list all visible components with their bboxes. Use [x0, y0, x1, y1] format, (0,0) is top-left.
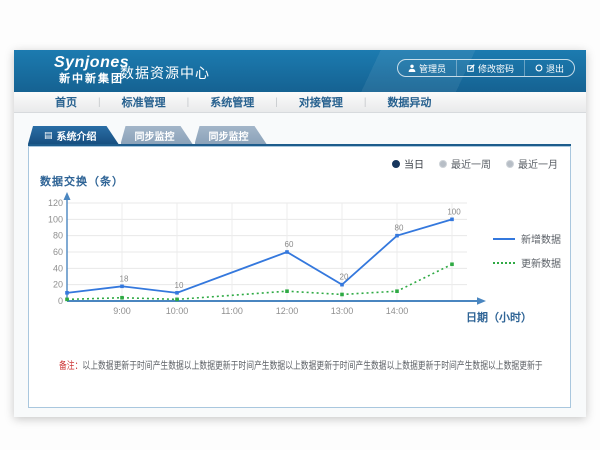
svg-text:0: 0 — [58, 296, 63, 306]
period-option-3[interactable]: 最近一月 — [506, 156, 558, 171]
page-background: Synjones 新中新集团 数据资源中心 管理员 修改密码 退出 首页|标准管理|… — [0, 0, 600, 450]
nav-item-2[interactable]: 标准管理 — [101, 94, 187, 110]
footnote-prefix: 备注： — [59, 361, 82, 372]
svg-text:20: 20 — [53, 280, 63, 290]
svg-text:80: 80 — [53, 231, 63, 241]
user-action-label: 修改密码 — [478, 62, 514, 75]
user-icon — [408, 64, 416, 72]
radio-icon — [506, 160, 514, 168]
user-action-label: 管理员 — [419, 62, 446, 75]
radio-icon — [392, 160, 400, 168]
logo-brand-text: Synjones — [54, 54, 129, 72]
chart-legend: 新增数据更新数据 — [493, 231, 561, 270]
svg-text:100: 100 — [48, 214, 63, 224]
svg-text:14:00: 14:00 — [386, 306, 409, 316]
svg-text:10:00: 10:00 — [166, 306, 189, 316]
content-area: ▤ 系统介绍 同步监控 同步监控 当日 最近一周 最近一月 数据交换（条） 0 20 40 60… — [14, 113, 586, 416]
x-axis-title: 日期（小时） — [466, 309, 532, 325]
logo-company-name: 新中新集团 — [54, 72, 129, 86]
line-chart: 0 20 40 60 80 100 120 9:00 10:00 11:00 12:00 13:00 1… — [37, 189, 517, 339]
tab-3[interactable]: 同步监控 — [195, 126, 267, 144]
legend-item-2: 更新数据 — [493, 255, 561, 270]
legend-label: 新增数据 — [521, 231, 561, 246]
legend-swatch — [493, 238, 515, 240]
user-action-label: 退出 — [546, 62, 564, 75]
chart-canvas: 0 20 40 60 80 100 120 9:00 10:00 11:00 12:00 13:00 1… — [37, 189, 517, 339]
radio-icon — [439, 160, 447, 168]
tab-label: 系统介绍 — [57, 128, 97, 143]
svg-text:20: 20 — [340, 273, 349, 282]
legend-swatch — [493, 262, 515, 264]
legend-label: 更新数据 — [521, 255, 561, 270]
period-option-2[interactable]: 最近一周 — [439, 156, 491, 171]
nav-menu: 首页|标准管理|系统管理|对接管理|数据异动 — [14, 92, 586, 113]
svg-text:9:00: 9:00 — [113, 306, 131, 316]
svg-text:60: 60 — [53, 247, 63, 257]
period-label: 最近一周 — [451, 156, 491, 171]
app-window: Synjones 新中新集团 数据资源中心 管理员 修改密码 退出 首页|标准管理|… — [14, 50, 586, 417]
tab-label: 同步监控 — [209, 128, 249, 143]
tab-label: 同步监控 — [135, 128, 175, 143]
company-logo: Synjones 新中新集团 — [54, 54, 129, 86]
user-action-1-button[interactable]: 管理员 — [398, 60, 456, 76]
tab-2[interactable]: 同步监控 — [121, 126, 193, 144]
app-header: Synjones 新中新集团 数据资源中心 管理员 修改密码 退出 — [14, 50, 586, 92]
svg-text:12:00: 12:00 — [276, 306, 299, 316]
svg-text:100: 100 — [447, 207, 461, 216]
period-option-1[interactable]: 当日 — [392, 156, 424, 171]
page-title: 数据资源中心 — [120, 63, 210, 83]
tab-1[interactable]: ▤ 系统介绍 — [28, 126, 119, 144]
nav-item-5[interactable]: 数据异动 — [366, 94, 452, 110]
user-action-2-button[interactable]: 修改密码 — [456, 60, 524, 76]
edit-icon — [467, 64, 475, 72]
period-label: 最近一月 — [518, 156, 558, 171]
svg-text:40: 40 — [53, 263, 63, 273]
svg-text:11:00: 11:00 — [221, 306, 243, 316]
chart-card: 当日 最近一周 最近一月 数据交换（条） 0 20 40 60 80 100 120 9:00 10… — [28, 146, 571, 408]
user-action-3-button[interactable]: 退出 — [524, 60, 574, 76]
user-actions-group: 管理员 修改密码 退出 — [397, 59, 575, 77]
logout-icon — [535, 64, 543, 72]
svg-text:18: 18 — [120, 274, 129, 283]
footnote: 备注：以上数据更新于时间产生数据以上数据更新于时间产生数据以上数据更新于时间产生… — [59, 357, 449, 372]
svg-text:80: 80 — [395, 224, 404, 233]
nav-item-1[interactable]: 首页 — [34, 94, 98, 110]
nav-item-3[interactable]: 系统管理 — [189, 94, 275, 110]
period-label: 当日 — [404, 156, 424, 171]
grid-icon: ▤ — [44, 131, 53, 140]
period-radio-group: 当日 最近一周 最近一月 — [392, 156, 558, 171]
y-axis-title: 数据交换（条） — [40, 173, 124, 189]
footnote-text: 以上数据更新于时间产生数据以上数据更新于时间产生数据以上数据更新于时间产生数据以… — [82, 361, 542, 372]
tab-bar: ▤ 系统介绍 同步监控 同步监控 — [28, 126, 571, 146]
svg-text:10: 10 — [175, 281, 184, 290]
svg-text:60: 60 — [285, 240, 294, 249]
legend-item-1: 新增数据 — [493, 231, 561, 246]
svg-text:13:00: 13:00 — [331, 306, 354, 316]
svg-text:120: 120 — [48, 198, 63, 208]
nav-item-4[interactable]: 对接管理 — [278, 94, 364, 110]
